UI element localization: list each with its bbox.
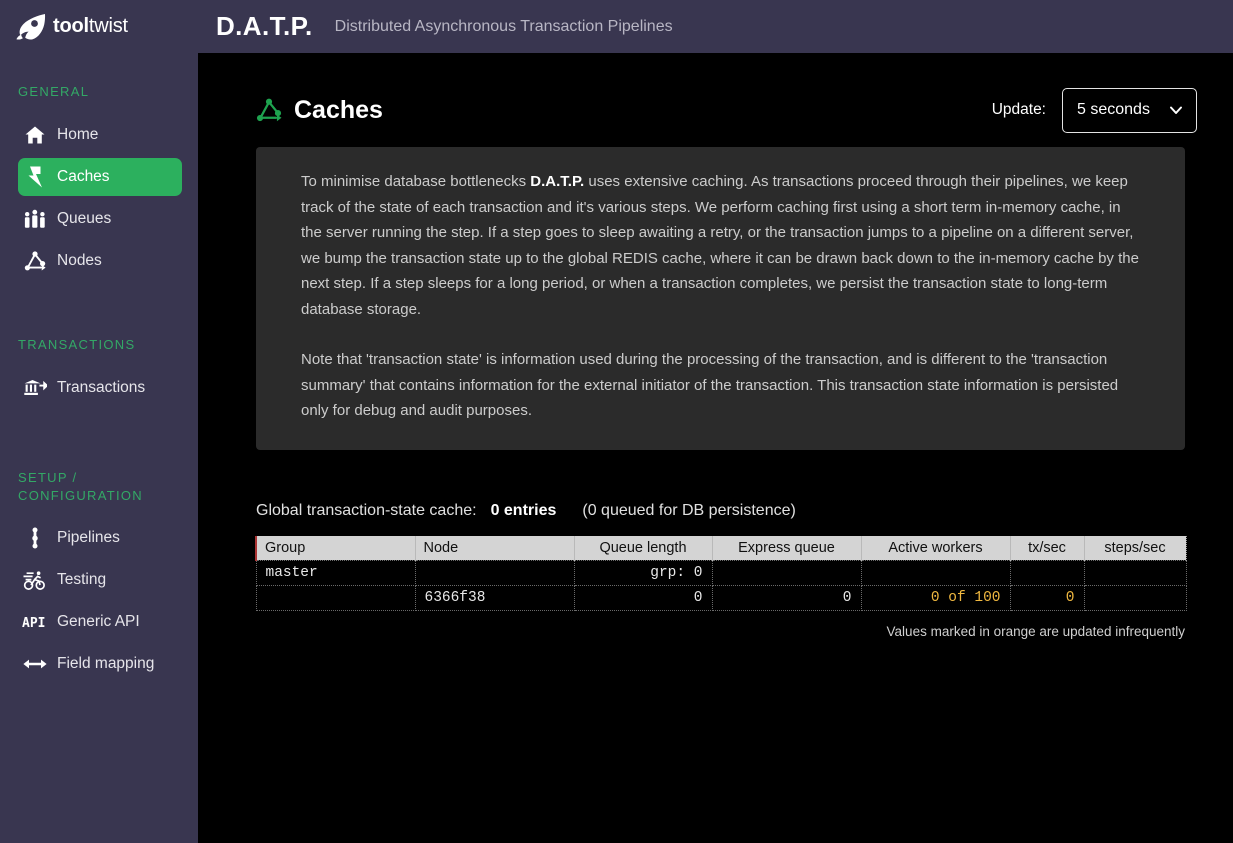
logo-word-light: twist: [88, 15, 128, 37]
cell-active-workers: [860, 559, 1011, 586]
info-p1-post: uses extensive caching. As transactions …: [301, 173, 1139, 318]
info-p1-bold: D.A.T.P.: [530, 173, 585, 190]
sidebar-item-transactions[interactable]: Transactions: [18, 369, 188, 407]
table-body: master grp: 0 6366f38 0 0 0 of 100 0: [255, 559, 1187, 611]
brand-full-name: Distributed Asynchronous Transaction Pip…: [334, 17, 673, 35]
svg-text:API: API: [22, 616, 45, 630]
cell-steps-sec: [1083, 559, 1187, 586]
cell-queue-length: grp: 0: [573, 559, 713, 586]
flame-rocket-icon: [16, 13, 46, 40]
update-label: Update:: [991, 101, 1046, 118]
cell-steps-sec: [1083, 585, 1187, 611]
cyclist-icon: [22, 568, 48, 592]
sidebar-label-transactions: Transactions: [57, 379, 146, 396]
sidebar-item-queues[interactable]: Queues: [18, 200, 188, 238]
sidebar-label-nodes: Nodes: [57, 252, 102, 269]
page-header: Caches Update: 5 seconds: [198, 53, 1233, 133]
update-interval-select[interactable]: 5 seconds: [1062, 87, 1197, 133]
info-paragraph-1: To minimise database bottlenecks D.A.T.P…: [301, 169, 1140, 322]
table-row: 6366f38 0 0 0 of 100 0: [255, 585, 1187, 611]
caches-table: Group Node Queue length Express queue Ac…: [255, 535, 1187, 611]
logo-word-bold: tool: [53, 15, 89, 37]
table-header: Group Node Queue length Express queue Ac…: [255, 535, 1187, 560]
api-text-icon: API: [22, 610, 48, 634]
pipeline-dots-icon: [22, 526, 48, 550]
home-icon: [22, 123, 48, 147]
table-header-row: Group Node Queue length Express queue Ac…: [255, 535, 1187, 560]
column-header-queue-length[interactable]: Queue length: [573, 535, 713, 560]
sidebar-heading-transactions: TRANSACTIONS: [18, 337, 136, 352]
column-header-tx-sec[interactable]: tx/sec: [1009, 535, 1085, 560]
cell-tx-sec: [1009, 559, 1085, 586]
cell-tx-sec: 0: [1009, 585, 1085, 611]
logo-wordmark: tooltwist: [53, 15, 128, 38]
cache-summary: Global transaction-state cache: 0 entrie…: [256, 502, 1233, 520]
top-bar: tooltwist D.A.T.P. Distributed Asynchron…: [0, 0, 1233, 53]
sidebar-label-pipelines: Pipelines: [57, 529, 120, 546]
sidebar-item-pipelines[interactable]: Pipelines: [18, 519, 188, 557]
double-arrow-icon: [22, 652, 48, 676]
cell-express-queue: [711, 559, 862, 586]
column-header-group[interactable]: Group: [255, 535, 416, 560]
sidebar-label-generic-api: Generic API: [57, 613, 140, 630]
cache-summary-label: Global transaction-state cache:: [256, 501, 477, 519]
nodes-graph-icon: [256, 98, 282, 122]
sidebar-item-testing[interactable]: Testing: [18, 561, 188, 599]
people-queue-icon: [22, 207, 48, 231]
sidebar-heading-setup-line2: CONFIGURATION: [18, 488, 143, 503]
column-header-express-queue[interactable]: Express queue: [711, 535, 862, 560]
sidebar-label-caches: Caches: [57, 168, 110, 185]
info-paragraph-2: Note that 'transaction state' is informa…: [301, 351, 1119, 419]
column-header-steps-sec[interactable]: steps/sec: [1083, 535, 1187, 560]
cell-express-queue: 0: [711, 585, 862, 611]
sidebar-item-field-mapping[interactable]: Field mapping: [18, 645, 188, 683]
table-row: master grp: 0: [255, 559, 1187, 586]
brand-abbreviation: D.A.T.P.: [216, 11, 313, 41]
sidebar-item-generic-api[interactable]: API Generic API: [18, 603, 188, 641]
sidebar-item-nodes[interactable]: Nodes: [18, 242, 188, 280]
cache-summary-queued: (0 queued for DB persistence): [582, 501, 796, 519]
caches-table-wrapper: Group Node Queue length Express queue Ac…: [255, 535, 1187, 611]
cell-queue-length: 0: [573, 585, 713, 611]
page-title: Caches: [294, 95, 383, 124]
info-panel: To minimise database bottlenecks D.A.T.P…: [256, 147, 1185, 450]
cell-node: [414, 559, 575, 586]
cell-group: [255, 585, 416, 611]
sidebar-label-field-mapping: Field mapping: [57, 655, 155, 672]
sidebar-item-caches[interactable]: Caches: [18, 158, 182, 196]
sidebar: GENERAL Home Caches Queues Nodes TRANSAC…: [0, 53, 198, 843]
update-interval-value: 5 seconds: [1077, 101, 1150, 118]
bank-transfer-icon: [22, 376, 48, 400]
sidebar-label-queues: Queues: [57, 210, 112, 227]
lightning-bolt-icon: [22, 165, 48, 189]
sidebar-item-home[interactable]: Home: [18, 116, 188, 154]
nodes-graph-icon: [22, 249, 48, 273]
cell-node: 6366f38: [414, 585, 575, 611]
main-content: Caches Update: 5 seconds To minimise dat…: [198, 53, 1233, 843]
cell-group: master: [255, 559, 416, 586]
tooltwist-logo[interactable]: tooltwist: [0, 0, 198, 53]
cell-active-workers: 0 of 100: [860, 585, 1011, 611]
column-header-node[interactable]: Node: [414, 535, 575, 560]
table-footnote: Values marked in orange are updated infr…: [886, 623, 1185, 639]
chevron-down-icon: [1170, 106, 1182, 114]
sidebar-heading-setup: SETUP / CONFIGURATION: [0, 469, 198, 505]
info-p1-pre: To minimise database bottlenecks: [301, 173, 531, 190]
sidebar-heading-general: GENERAL: [18, 84, 90, 99]
sidebar-heading-setup-line1: SETUP /: [18, 470, 78, 485]
caches-page: tooltwist D.A.T.P. Distributed Asynchron…: [0, 0, 1233, 843]
cache-summary-entries: 0 entries: [490, 501, 557, 519]
sidebar-label-testing: Testing: [57, 571, 107, 588]
sidebar-label-home: Home: [57, 126, 99, 143]
column-header-active-workers[interactable]: Active workers: [860, 535, 1011, 560]
